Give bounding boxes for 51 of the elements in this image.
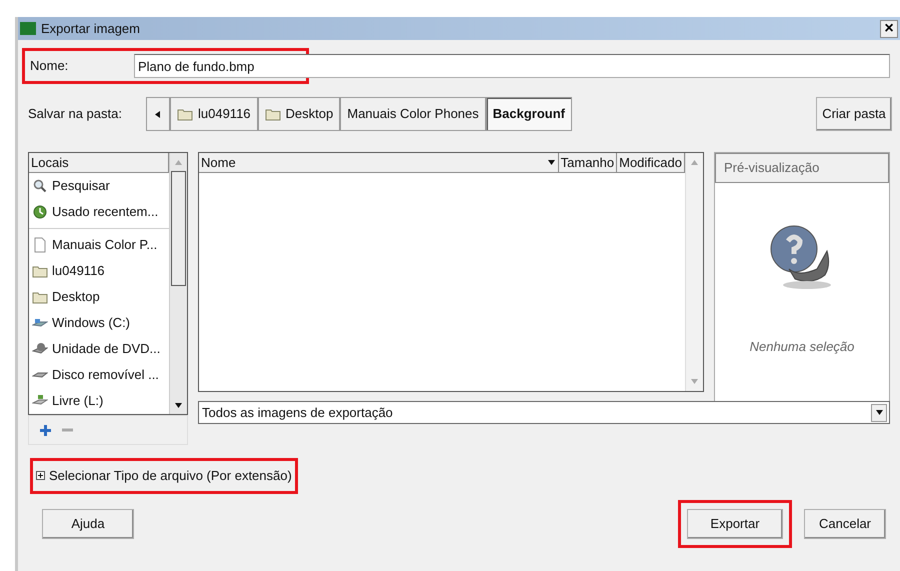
drive-icon (32, 370, 48, 380)
place-item[interactable]: Usado recentem... (29, 199, 169, 225)
column-header[interactable]: Tamanho (558, 153, 618, 172)
search-icon (33, 179, 47, 193)
file-type-expander[interactable]: Selecionar Tipo de arquivo (Por extensão) (33, 461, 295, 490)
place-item[interactable]: Disco removível ... (29, 362, 169, 388)
export-button[interactable]: Exportar (687, 508, 783, 538)
scrollbar[interactable] (685, 153, 703, 391)
place-item[interactable]: Unidade de DVD... (29, 336, 169, 362)
folder-icon (177, 108, 193, 120)
path-button[interactable]: Backgrounf (486, 97, 572, 131)
place-item[interactable]: lu049116 (29, 258, 169, 284)
cancel-button[interactable]: Cancelar (804, 508, 886, 538)
name-field[interactable]: Plano de fundo.bmp (134, 54, 890, 78)
left-arrow-icon (154, 110, 162, 118)
path-button[interactable]: Manuais Color Phones (340, 97, 486, 131)
no-selection-text: Nenhuma seleção (748, 338, 856, 356)
place-item[interactable]: Windows (C:) (29, 310, 169, 336)
window-title: Exportar imagem (41, 20, 141, 38)
folder-icon (32, 264, 48, 278)
app-icon (20, 22, 36, 35)
down-arrow-icon (546, 159, 556, 166)
down-arrow-icon (874, 409, 884, 416)
up-arrow-icon (690, 158, 699, 166)
place-item[interactable]: Livre (L:) (29, 388, 169, 414)
column-header[interactable]: Nome (199, 153, 559, 172)
disc-drive-icon (32, 342, 48, 356)
add-icon[interactable] (39, 424, 52, 436)
place-item[interactable]: Manuais Color P... (29, 232, 169, 258)
create-folder-button[interactable]: Criar pasta (816, 97, 892, 131)
folder-icon (264, 108, 281, 120)
back-button[interactable] (146, 97, 170, 131)
drive-icon (32, 317, 48, 329)
document-icon (33, 237, 47, 253)
column-header[interactable]: Locais (29, 153, 169, 173)
scrollbar[interactable] (169, 153, 187, 414)
down-arrow-icon (690, 378, 699, 386)
clock-icon (33, 205, 47, 219)
down-arrow-icon (174, 402, 183, 408)
place-item[interactable]: Pesquisar (29, 173, 169, 199)
name-label: Nome: (30, 57, 70, 76)
place-item[interactable]: Desktop (29, 284, 169, 310)
path-button[interactable]: lu049116 (170, 97, 258, 131)
up-arrow-icon (174, 158, 183, 166)
help-button[interactable]: Ajuda (42, 508, 134, 538)
close-button[interactable]: × (880, 20, 898, 38)
preview-header: Pré-visualização (715, 153, 889, 183)
folder-icon (32, 290, 48, 304)
file-type-dropdown[interactable]: Todos as imagens de exportação (198, 401, 890, 424)
path-button[interactable]: Desktop (258, 97, 340, 131)
save-in-label: Salvar na pasta: (28, 105, 123, 124)
